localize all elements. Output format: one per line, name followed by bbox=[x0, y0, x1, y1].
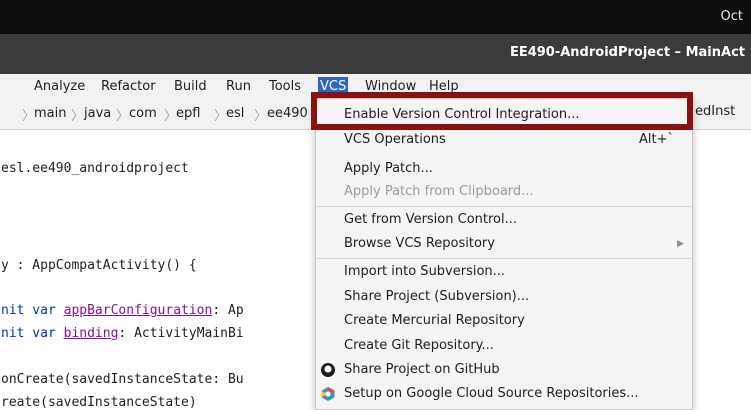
menu-separator bbox=[316, 206, 692, 207]
menu-run[interactable]: Run bbox=[224, 77, 253, 97]
breadcrumb-separator: 〉 bbox=[116, 109, 130, 124]
menu-item-label: Create Mercurial Repository bbox=[344, 313, 525, 328]
clock[interactable]: Oct bbox=[721, 9, 743, 24]
menu-item-vcs-operations[interactable]: VCS Operations Alt+` bbox=[316, 129, 692, 151]
breadcrumb-separator: 〉 bbox=[254, 109, 268, 124]
menu-item-setup-google-cloud-source-repositories[interactable]: Setup on Google Cloud Source Repositorie… bbox=[316, 383, 692, 405]
menu-item-label: Get from Version Control... bbox=[344, 212, 518, 227]
code-reference[interactable]: appBarConfiguration bbox=[64, 303, 213, 318]
highlight-box bbox=[311, 92, 693, 130]
code-line: reate(savedInstanceState) bbox=[1, 395, 197, 410]
menu-item-label: VCS Operations bbox=[344, 132, 446, 147]
code-fragment: nit var bbox=[1, 326, 64, 341]
menu-item-create-mercurial-repository[interactable]: Create Mercurial Repository bbox=[316, 310, 692, 332]
menu-item-share-project-on-github[interactable]: Share Project on GitHub bbox=[316, 359, 692, 381]
vcs-dropdown-menu: Enable Version Control Integration... VC… bbox=[315, 98, 693, 410]
menu-item-create-git-repository[interactable]: Create Git Repository... bbox=[316, 335, 692, 357]
code-fragment: nit var bbox=[1, 303, 64, 318]
code-fragment: : ActivityMainBi bbox=[118, 326, 244, 341]
menu-item-label: Import into Subversion... bbox=[344, 264, 506, 279]
code-line: nit var appBarConfiguration: Ap bbox=[1, 303, 244, 318]
breadcrumb-separator: 〉 bbox=[71, 109, 85, 124]
menu-item-import-into-subversion[interactable]: Import into Subversion... bbox=[316, 261, 692, 283]
code-fragment: : Ap bbox=[212, 303, 244, 318]
breadcrumb-overflow-text: edInst bbox=[695, 104, 736, 119]
code-line: y : AppCompatActivity() { bbox=[1, 258, 197, 273]
menu-item-label: Apply Patch from Clipboard... bbox=[344, 184, 534, 199]
google-cloud-icon bbox=[321, 387, 335, 401]
submenu-arrow-icon: ▶ bbox=[677, 239, 684, 249]
window-title: EE490-AndroidProject – MainAct bbox=[509, 45, 745, 60]
menu-analyze[interactable]: Analyze bbox=[32, 77, 87, 97]
breadcrumb-item[interactable]: epfl bbox=[176, 106, 200, 121]
shortcut-label: Alt+` bbox=[639, 132, 674, 147]
menu-item-get-from-vcs[interactable]: Get from Version Control... bbox=[316, 209, 692, 231]
menu-item-label: Apply Patch... bbox=[344, 161, 433, 176]
menu-item-label: Share Project (Subversion)... bbox=[344, 289, 530, 304]
menu-item-share-project-subversion[interactable]: Share Project (Subversion)... bbox=[316, 286, 692, 308]
breadcrumb-item[interactable]: main bbox=[34, 106, 66, 121]
breadcrumb-item[interactable]: com bbox=[129, 106, 157, 121]
menu-item-apply-patch-from-clipboard[interactable]: Apply Patch from Clipboard... bbox=[316, 181, 692, 203]
code-reference[interactable]: binding bbox=[64, 326, 119, 341]
code-line: onCreate(savedInstanceState: Bu bbox=[1, 372, 244, 387]
menu-item-label: Create Git Repository... bbox=[344, 338, 494, 353]
github-icon bbox=[321, 363, 335, 377]
breadcrumb-item[interactable]: java bbox=[84, 106, 111, 121]
system-top-bar: Oct bbox=[0, 0, 751, 34]
menu-separator bbox=[316, 258, 692, 259]
window-title-bar: EE490-AndroidProject – MainAct bbox=[0, 34, 751, 74]
menu-build[interactable]: Build bbox=[172, 77, 209, 97]
menu-tools[interactable]: Tools bbox=[267, 77, 303, 97]
breadcrumb-item[interactable]: esl bbox=[226, 106, 244, 121]
menu-refactor[interactable]: Refactor bbox=[99, 77, 158, 97]
code-line: esl.ee490_androidproject bbox=[1, 161, 189, 176]
menu-item-label: Share Project on GitHub bbox=[344, 362, 500, 377]
menu-item-browse-vcs-repository[interactable]: Browse VCS Repository ▶ bbox=[316, 233, 692, 255]
breadcrumb-item[interactable]: ee490 bbox=[267, 106, 308, 121]
menu-item-label: Setup on Google Cloud Source Repositorie… bbox=[344, 386, 639, 401]
menu-item-label: Browse VCS Repository bbox=[344, 236, 495, 251]
menu-item-apply-patch[interactable]: Apply Patch... bbox=[316, 158, 692, 180]
code-line: nit var binding: ActivityMainBi bbox=[1, 326, 244, 341]
